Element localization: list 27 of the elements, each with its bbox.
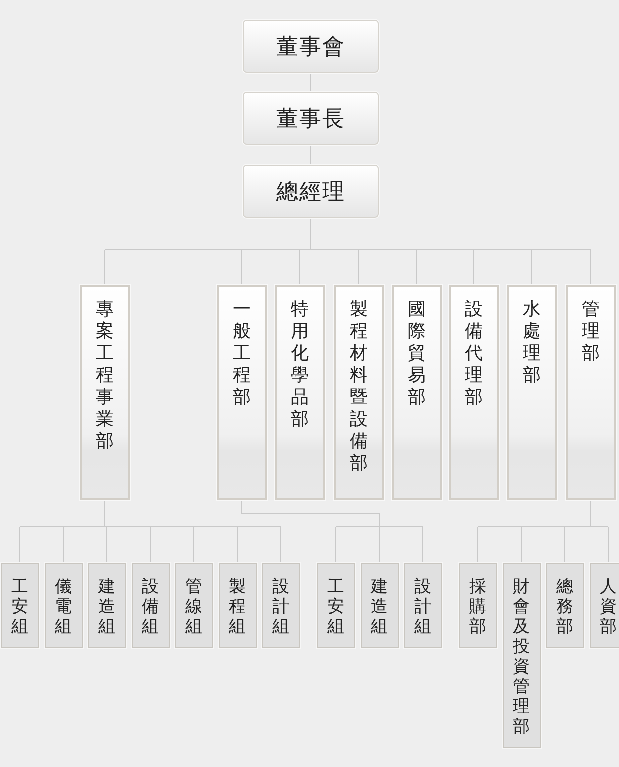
org-chart-node: 財會及投資管理部 xyxy=(502,563,540,748)
org-chart-node: 設備代理部 xyxy=(449,285,499,500)
connector-line xyxy=(310,72,312,92)
org-chart-node: 儀電組 xyxy=(44,563,82,648)
org-chart-node: 國際貿易部 xyxy=(392,285,442,500)
org-chart-node: 製程材料暨設備部 xyxy=(334,285,384,500)
org-chart-node: 專案工程事業部 xyxy=(80,285,130,500)
org-chart-node: 人資部 xyxy=(590,563,619,648)
org-chart-node: 總務部 xyxy=(546,563,584,648)
org-chart-node: 管線組 xyxy=(175,563,213,648)
org-chart-node: 特用化學品部 xyxy=(275,285,325,500)
org-chart-node: 建造組 xyxy=(88,563,126,648)
org-chart-node: 工安組 xyxy=(1,563,39,648)
org-chart-node: 設備組 xyxy=(132,563,170,648)
org-chart-node: 董事會 xyxy=(243,20,379,73)
org-chart-node: 製程組 xyxy=(218,563,256,648)
org-chart-node: 建造組 xyxy=(360,563,398,648)
org-chart-node: 設計組 xyxy=(404,563,442,648)
org-chart-node: 一般工程部 xyxy=(217,285,267,500)
org-chart-node: 工安組 xyxy=(317,563,355,648)
org-chart-node: 水處理部 xyxy=(507,285,557,500)
org-chart-node: 設計組 xyxy=(262,563,300,648)
org-chart-node: 董事長 xyxy=(243,92,379,145)
connector-line xyxy=(310,144,312,166)
org-chart-node: 採購部 xyxy=(459,563,497,648)
org-chart-node: 總經理 xyxy=(243,165,379,218)
org-chart-node: 管理部 xyxy=(566,285,616,500)
